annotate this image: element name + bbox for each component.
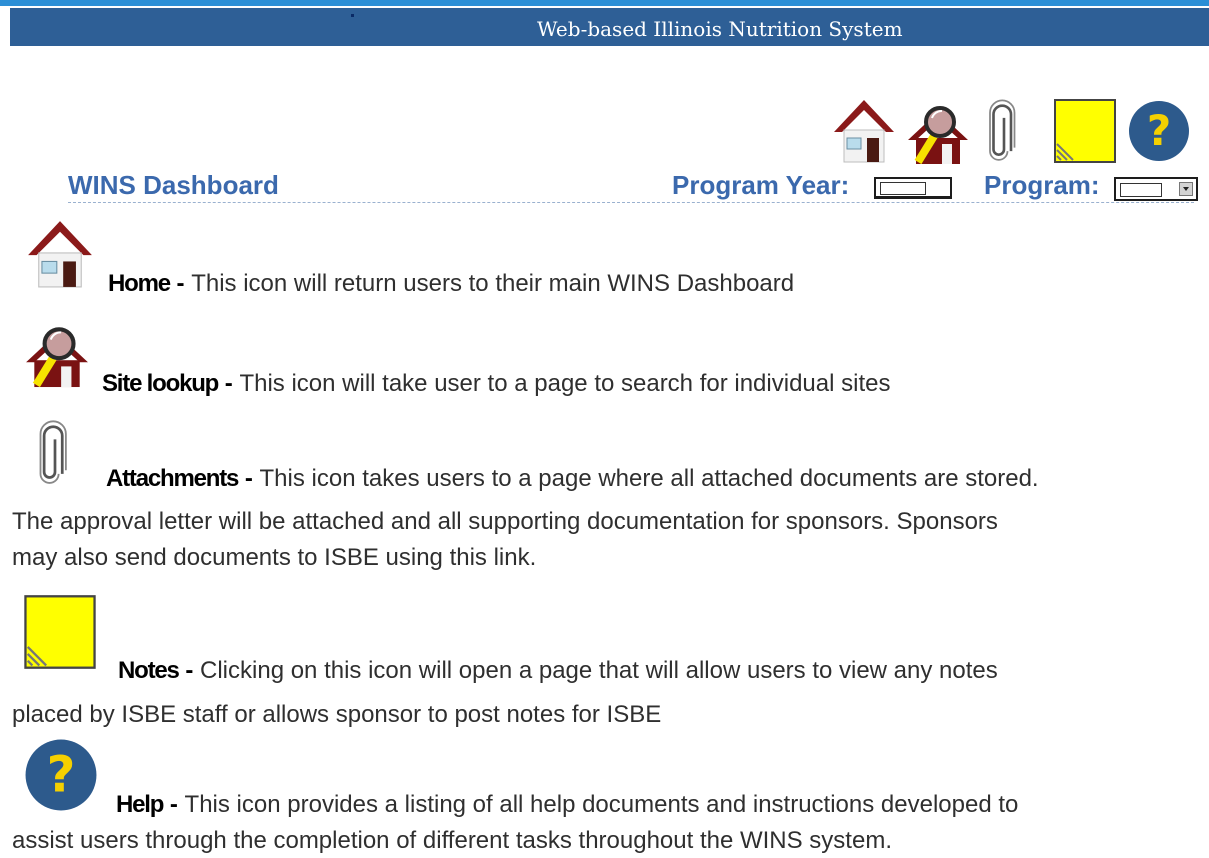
program-label: Program: bbox=[984, 170, 1100, 200]
help-icon[interactable] bbox=[1127, 98, 1191, 164]
help-description-line1: Help - This icon provides a listing of a… bbox=[116, 791, 1019, 818]
notes-description-line2: placed by ISBE staff or allows sponsor t… bbox=[12, 701, 662, 728]
attachments-description-line1: Attachments - This icon takes users to a… bbox=[106, 465, 1039, 492]
attachments-term: Attachments bbox=[106, 465, 239, 492]
help-description-line2: assist users through the completion of d… bbox=[12, 827, 892, 854]
site-lookup-term: Site lookup bbox=[102, 370, 219, 397]
help-text: This icon provides a listing of all help… bbox=[184, 791, 1019, 818]
notes-icon bbox=[20, 594, 100, 670]
program-year-label: Program Year: bbox=[672, 170, 850, 200]
attachment-icon[interactable] bbox=[976, 98, 1032, 164]
system-title: Web-based Illinois Nutrition System bbox=[537, 17, 903, 41]
attachment-icon bbox=[26, 418, 84, 488]
program-year-input[interactable] bbox=[874, 177, 952, 199]
home-icon bbox=[26, 217, 94, 291]
home-text: This icon will return users to their mai… bbox=[191, 270, 795, 297]
notes-term: Notes bbox=[118, 657, 180, 684]
notes-text: Clicking on this icon will open a page t… bbox=[200, 657, 998, 684]
program-select[interactable] bbox=[1114, 177, 1198, 201]
home-icon[interactable] bbox=[832, 98, 896, 164]
program-value bbox=[1120, 183, 1162, 197]
attachments-text: This icon takes users to a page where al… bbox=[259, 465, 1039, 492]
site-lookup-icon[interactable] bbox=[906, 98, 970, 164]
help-icon bbox=[20, 736, 102, 814]
attachments-description-line3: may also send documents to ISBE using th… bbox=[12, 544, 537, 571]
dashboard-title: WINS Dashboard bbox=[68, 170, 279, 200]
header-banner: Web-based Illinois Nutrition System bbox=[10, 8, 1209, 46]
top-accent-line bbox=[0, 0, 1209, 6]
banner-mark bbox=[351, 14, 354, 17]
program-year-value bbox=[880, 182, 926, 195]
dropdown-arrow-icon[interactable] bbox=[1179, 182, 1193, 196]
help-term: Help bbox=[116, 791, 164, 818]
home-term: Home bbox=[108, 270, 171, 297]
home-description: Home - This icon will return users to th… bbox=[108, 270, 795, 297]
site-lookup-description: Site lookup - This icon will take user t… bbox=[102, 370, 891, 397]
attachments-description-line2: The approval letter will be attached and… bbox=[12, 508, 998, 535]
site-lookup-icon bbox=[24, 318, 90, 388]
site-lookup-text: This icon will take user to a page to se… bbox=[239, 370, 891, 397]
header-divider bbox=[68, 202, 1194, 203]
notes-icon[interactable] bbox=[1053, 98, 1117, 164]
notes-description-line1: Notes - Clicking on this icon will open … bbox=[118, 657, 998, 684]
